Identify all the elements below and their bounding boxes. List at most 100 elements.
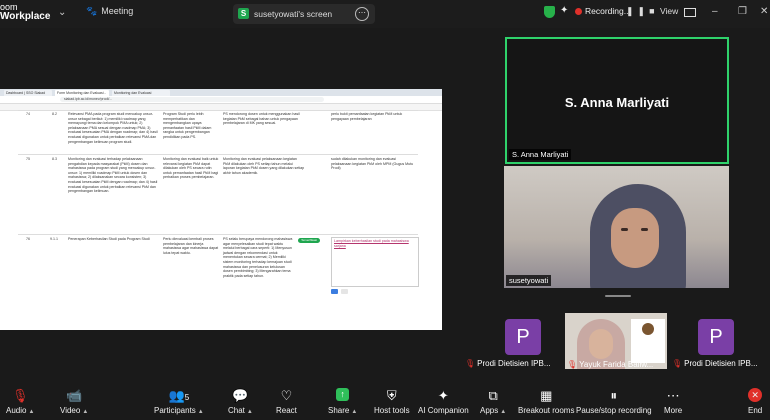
participants-icon: 👥5 xyxy=(168,388,190,403)
ai-sparkle-icon[interactable]: ✦ xyxy=(560,5,568,16)
share-button[interactable]: ↑ Share ▲ xyxy=(328,388,357,415)
more-label: More xyxy=(664,406,683,415)
save-mini-button[interactable] xyxy=(331,289,338,294)
table-row: 75 8.3 Monitoring dan evaluasi terhadap … xyxy=(18,154,418,221)
action-textarea[interactable]: Lampirkan keberhasilan studi pada mahasi… xyxy=(331,237,419,287)
avatar: P xyxy=(698,319,734,355)
row-indicator: Program Studi perlu lebih memperhatikan … xyxy=(163,112,212,139)
caret-up-icon[interactable]: ▲ xyxy=(247,409,253,415)
video-label: Video xyxy=(60,406,81,415)
row-number: 75 xyxy=(26,157,30,161)
end-call-icon: ✕ xyxy=(748,388,763,402)
muted-mic-icon: 🎙 xyxy=(465,359,476,368)
video-button[interactable]: 📹 Video ▲ xyxy=(60,388,88,415)
participant-name-text: Yayuk Farida Baliw... xyxy=(579,360,654,369)
resize-handle[interactable] xyxy=(605,295,631,297)
app-brand: oom Workplace xyxy=(0,3,51,22)
view-button[interactable]: View xyxy=(660,6,678,16)
audio-label: Audio xyxy=(6,406,27,415)
browser-tab-strip: Dashboard | SSO Siakad Form Monitoring d… xyxy=(0,89,442,101)
react-button[interactable]: ♡ React xyxy=(276,388,297,415)
host-tools-label: Host tools xyxy=(374,406,410,415)
chat-button[interactable]: 💬 Chat ▲ xyxy=(228,388,253,415)
recording-indicator: Recording... xyxy=(575,6,631,16)
recording-dot-icon xyxy=(575,8,582,16)
caret-up-icon[interactable]: ▲ xyxy=(82,409,88,415)
action-link[interactable]: Lampirkan keberhasilan studi pada mahasi… xyxy=(334,239,416,248)
row-code: 9.1.1 xyxy=(50,237,58,241)
url-field[interactable]: siakad.ipb.ac.id/monev/prodi/... xyxy=(60,97,324,102)
chat-label: Chat xyxy=(228,406,245,415)
more-button[interactable]: ⋯ More xyxy=(664,388,682,415)
ai-sparkle-icon: ✦ xyxy=(437,388,449,403)
table-row: 74 8.2 Relevansi PMA pada program studi … xyxy=(18,110,418,151)
cancel-mini-button[interactable] xyxy=(341,289,348,294)
participant-thumbnail[interactable]: P 🎙 Prodi Dietisien IPB... xyxy=(672,313,758,369)
grid-view-icon[interactable] xyxy=(684,8,696,17)
caret-up-icon[interactable]: ▲ xyxy=(198,409,204,415)
top-bar: oom Workplace ⌄ 🐾 Meeting S susetyowati's… xyxy=(0,0,770,28)
shield-icon: ⛨ xyxy=(386,388,397,403)
meeting-info-button[interactable]: 🐾 Meeting xyxy=(86,6,133,17)
row-indicator: Perlu dievaluasi kembali proses pembelaj… xyxy=(163,237,219,255)
browser-address-bar: siakad.ipb.ac.id/monev/prodi/... xyxy=(0,96,442,104)
share-title: susetyowati's screen xyxy=(254,9,333,19)
minimize-icon[interactable]: – xyxy=(712,6,718,17)
avatar: P xyxy=(505,319,541,355)
speaker-name: S. Anna Marliyati xyxy=(564,95,670,110)
caret-up-icon[interactable]: ▲ xyxy=(28,409,34,415)
meeting-toolbar: 🎙 Audio ▲ 📹 Video ▲ 👥5 Participants ▲ 💬 Chat ▲ ♡… xyxy=(0,386,770,420)
brand-line-2: Workplace xyxy=(0,11,51,22)
more-dots-icon: ⋯ xyxy=(666,388,680,403)
eye-shape xyxy=(621,228,628,231)
pause-stop-recording-button[interactable]: ⏸ Pause/stop recording xyxy=(576,388,652,415)
row-code: 8.2 xyxy=(52,112,57,116)
caret-up-icon[interactable]: ▲ xyxy=(351,409,357,415)
caret-up-icon[interactable]: ▲ xyxy=(500,409,506,415)
ai-companion-button[interactable]: ✦ AI Companion xyxy=(418,388,469,415)
pause-icon[interactable]: ❚❚ xyxy=(626,6,649,16)
end-label: End xyxy=(748,406,763,415)
breakout-grid-icon: ▦ xyxy=(540,388,553,403)
row-code: 8.3 xyxy=(52,157,57,161)
muted-mic-icon: 🎙 xyxy=(567,360,578,369)
participant-name-text: Prodi Dietisien IPB... xyxy=(684,359,758,368)
participants-button[interactable]: 👥5 Participants ▲ xyxy=(154,388,204,415)
pause-record-label: Pause/stop recording xyxy=(576,406,652,415)
recording-label: Recording... xyxy=(585,6,631,16)
row-number: 76 xyxy=(26,237,30,241)
active-speaker-tile[interactable]: S. Anna Marliyati S. Anna Marliyati xyxy=(505,37,729,164)
monev-table: 74 8.2 Relevansi PMA pada program studi … xyxy=(18,110,419,330)
meeting-label: Meeting xyxy=(101,6,134,16)
breakout-rooms-button[interactable]: ▦ Breakout rooms xyxy=(518,388,574,415)
apps-label: Apps xyxy=(480,406,499,415)
participant-name-text: Prodi Dietisien IPB... xyxy=(477,359,551,368)
chat-icon: 💬 xyxy=(232,388,249,403)
maximize-icon[interactable]: ❐ xyxy=(738,6,747,17)
speaker-name-tag: S. Anna Marliyati xyxy=(509,149,572,160)
participant-video-tile[interactable]: susetyowati xyxy=(504,166,729,288)
participant-name: 🎙 Yayuk Farida Baliw... xyxy=(567,360,653,369)
screen-share-pill[interactable]: S susetyowati's screen ⋯ xyxy=(233,4,375,24)
row-finding: PS selalu berupaya mendorong mahasiswa a… xyxy=(223,237,293,278)
stop-icon[interactable]: ■ xyxy=(649,6,658,16)
row-description: Relevansi PMA pada program studi mencaku… xyxy=(68,112,158,144)
video-name-tag: susetyowati xyxy=(506,275,552,286)
audio-button[interactable]: 🎙 Audio ▲ xyxy=(6,388,34,415)
host-tools-button[interactable]: ⛨ Host tools xyxy=(374,388,410,415)
apps-button[interactable]: ⧉ Apps ▲ xyxy=(480,388,506,415)
muted-mic-icon: 🎙 xyxy=(672,359,683,368)
participant-thumbnail[interactable]: P 🎙 Prodi Dietisien IPB... xyxy=(465,313,551,369)
verified-status-badge[interactable]: Terverifikasi xyxy=(298,238,320,243)
close-icon[interactable]: ✕ xyxy=(760,6,768,17)
row-finding: Monitoring dan evaluasi pelaksanaan kegi… xyxy=(223,157,305,175)
more-options-icon[interactable]: ⋯ xyxy=(355,7,369,21)
security-shield-icon[interactable] xyxy=(544,6,555,18)
participant-name: 🎙 Prodi Dietisien IPB... xyxy=(465,359,551,368)
row-finding: PS mendorong dosen untuk menggunakan has… xyxy=(223,112,300,126)
row-action: perlu bukti pemanfaatan kegiatan PkM unt… xyxy=(331,112,403,121)
chevron-down-icon[interactable]: ⌄ xyxy=(58,7,66,18)
table-row: 76 9.1.1 Penerapan Keberhasilan Studi pa… xyxy=(18,234,419,330)
end-button[interactable]: ✕ End xyxy=(748,388,762,415)
heart-icon: ♡ xyxy=(280,388,293,403)
